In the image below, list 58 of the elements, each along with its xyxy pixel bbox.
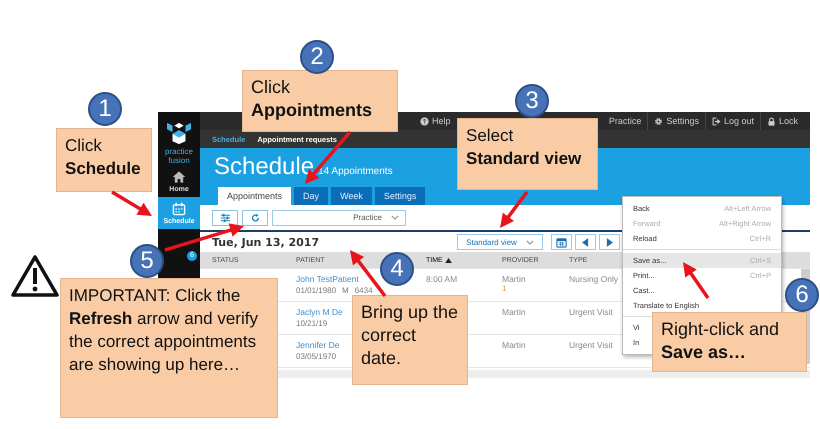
refresh-icon xyxy=(250,212,260,222)
provider-cell-text: Martin xyxy=(502,274,527,284)
left-triangle-icon xyxy=(582,238,589,246)
gear-icon xyxy=(654,116,664,126)
tab[interactable]: Week xyxy=(331,187,372,205)
provider-cell-text: Martin xyxy=(502,340,527,350)
tab[interactable]: Appointments xyxy=(218,187,292,205)
lock-icon xyxy=(766,116,776,126)
help-icon xyxy=(420,116,429,126)
sliders-icon xyxy=(220,212,230,222)
patient-link[interactable]: Jaclyn M De xyxy=(296,307,343,317)
logo-icon xyxy=(165,121,193,145)
home-icon xyxy=(172,170,186,184)
caret-icon xyxy=(526,240,534,244)
previous-button[interactable] xyxy=(575,234,596,250)
callout-tooltip: Right-click and Save as… xyxy=(652,312,807,372)
view-dropdown[interactable]: Standard view xyxy=(457,234,543,250)
patient-detail: 01/01/1980 xyxy=(296,286,336,295)
right-triangle-icon xyxy=(606,238,613,246)
caret-icon xyxy=(391,215,399,220)
step-number-marker: 1 xyxy=(88,92,122,126)
patient-detail: 03/05/1970 xyxy=(296,352,336,361)
provider-note: 1 xyxy=(502,284,508,293)
patient-detail: 10/21/19 xyxy=(296,319,328,328)
logout-icon xyxy=(712,116,721,126)
callout-tooltip: Select Standard view xyxy=(457,118,598,190)
step-number-marker: 2 xyxy=(300,40,334,74)
step-number-marker: 5 xyxy=(130,244,164,278)
type-cell: Nursing Only xyxy=(569,274,618,284)
pointer-arrow xyxy=(111,190,152,216)
next-button[interactable] xyxy=(599,234,620,250)
patient-detail: 6434 xyxy=(354,286,373,295)
tab[interactable]: Settings xyxy=(374,187,426,205)
warning-icon xyxy=(10,254,60,298)
tab[interactable]: Day xyxy=(294,187,328,205)
date-heading: Tue, Jun 13, 2017 xyxy=(212,236,320,248)
patient-detail: M xyxy=(342,286,349,295)
time-cell: 8:00 AM xyxy=(426,274,458,284)
patient-link[interactable]: John TestPatient xyxy=(296,274,359,284)
callout-tooltip: Click Appointments xyxy=(242,70,398,132)
step-number-marker: 3 xyxy=(515,84,549,118)
sort-up-icon xyxy=(444,258,452,262)
menu-link[interactable]: Practice xyxy=(604,112,648,130)
callout-tooltip: Click Schedule xyxy=(56,128,152,192)
callout-tooltip: IMPORTANT: Click the Refresh arrow and verify the correct appointments are showing up here… xyxy=(60,278,278,418)
pointer-arrow xyxy=(500,190,528,228)
type-cell: Urgent Visit xyxy=(569,307,613,317)
refresh-button[interactable] xyxy=(242,210,268,226)
practice-dropdown[interactable]: Practice xyxy=(272,210,406,226)
provider-cell-text: Martin xyxy=(502,307,527,317)
page-title: Schedule xyxy=(214,154,314,180)
logo-text: practice fusion xyxy=(164,147,194,165)
type-cell: Urgent Visit xyxy=(569,340,613,350)
calendar-icon xyxy=(556,236,567,248)
pointer-arrow xyxy=(683,262,710,299)
callout-tooltip: Bring up the correct date. xyxy=(352,295,468,385)
calendar-icon xyxy=(172,202,186,216)
calendar-button[interactable] xyxy=(551,234,572,250)
